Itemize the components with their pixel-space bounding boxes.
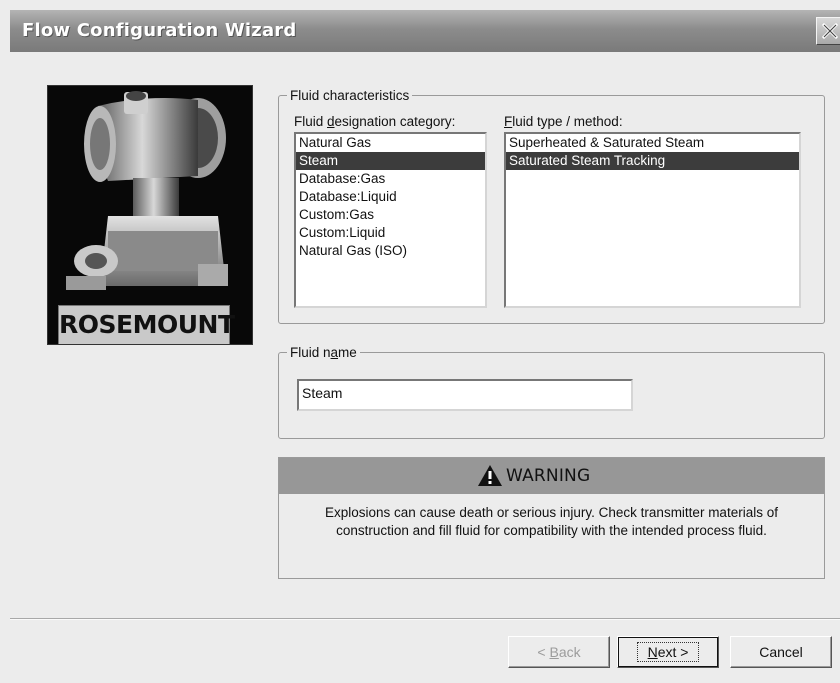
warning-triangle-icon [478,465,502,486]
category-list-item[interactable]: Custom:Gas [296,206,485,224]
fluid-type-listbox[interactable]: Superheated & Saturated Steam Saturated S… [504,132,801,308]
fluid-name-input[interactable]: Steam [297,379,633,411]
wizard-window: Flow Configuration Wizard ROSEMOUNT Flui… [0,0,840,683]
wizard-body: ROSEMOUNT Fluid characteristics Fluid de… [10,52,840,683]
warning-title: WARNING [506,466,591,486]
fluid-name-legend: Fluid name [290,345,357,360]
fluid-characteristics-legend: Fluid characteristics [290,88,410,103]
window-title: Flow Configuration Wizard [22,20,297,41]
close-icon [821,22,839,40]
bottom-separator [10,618,840,620]
next-button-focus: Next > [636,642,700,662]
warning-panel: WARNING Explosions can cause death or se… [278,457,825,579]
fluid-type-list-item[interactable]: Superheated & Saturated Steam [506,134,799,152]
fluid-type-list-item[interactable]: Saturated Steam Tracking [506,152,799,170]
back-button[interactable]: < Back [508,636,610,668]
category-label: Fluid designation category: [294,114,456,129]
warning-line-2: construction and fill fluid for compatib… [336,523,767,538]
category-list-item[interactable]: Natural Gas [296,134,485,152]
warning-message: Explosions can cause death or serious in… [289,504,814,540]
category-listbox[interactable]: Natural Gas Steam Database:Gas Database:Liq… [294,132,487,308]
brand-logo: ROSEMOUNT [58,305,235,344]
category-list-item[interactable]: Natural Gas (ISO) [296,242,485,260]
category-list-item[interactable]: Custom:Liquid [296,224,485,242]
next-button[interactable]: Next > [617,636,719,668]
warning-line-1: Explosions can cause death or serious in… [325,505,778,520]
cancel-button[interactable]: Cancel [730,636,832,668]
category-list-item[interactable]: Database:Gas [296,170,485,188]
fluid-type-label: Fluid type / method: [504,114,623,129]
product-image: ROSEMOUNT [47,85,253,345]
warning-header: WARNING [279,458,824,494]
close-button[interactable] [816,17,840,45]
category-list-item[interactable]: Steam [296,152,485,170]
title-bar[interactable]: Flow Configuration Wizard [10,10,840,53]
category-list-item[interactable]: Database:Liquid [296,188,485,206]
